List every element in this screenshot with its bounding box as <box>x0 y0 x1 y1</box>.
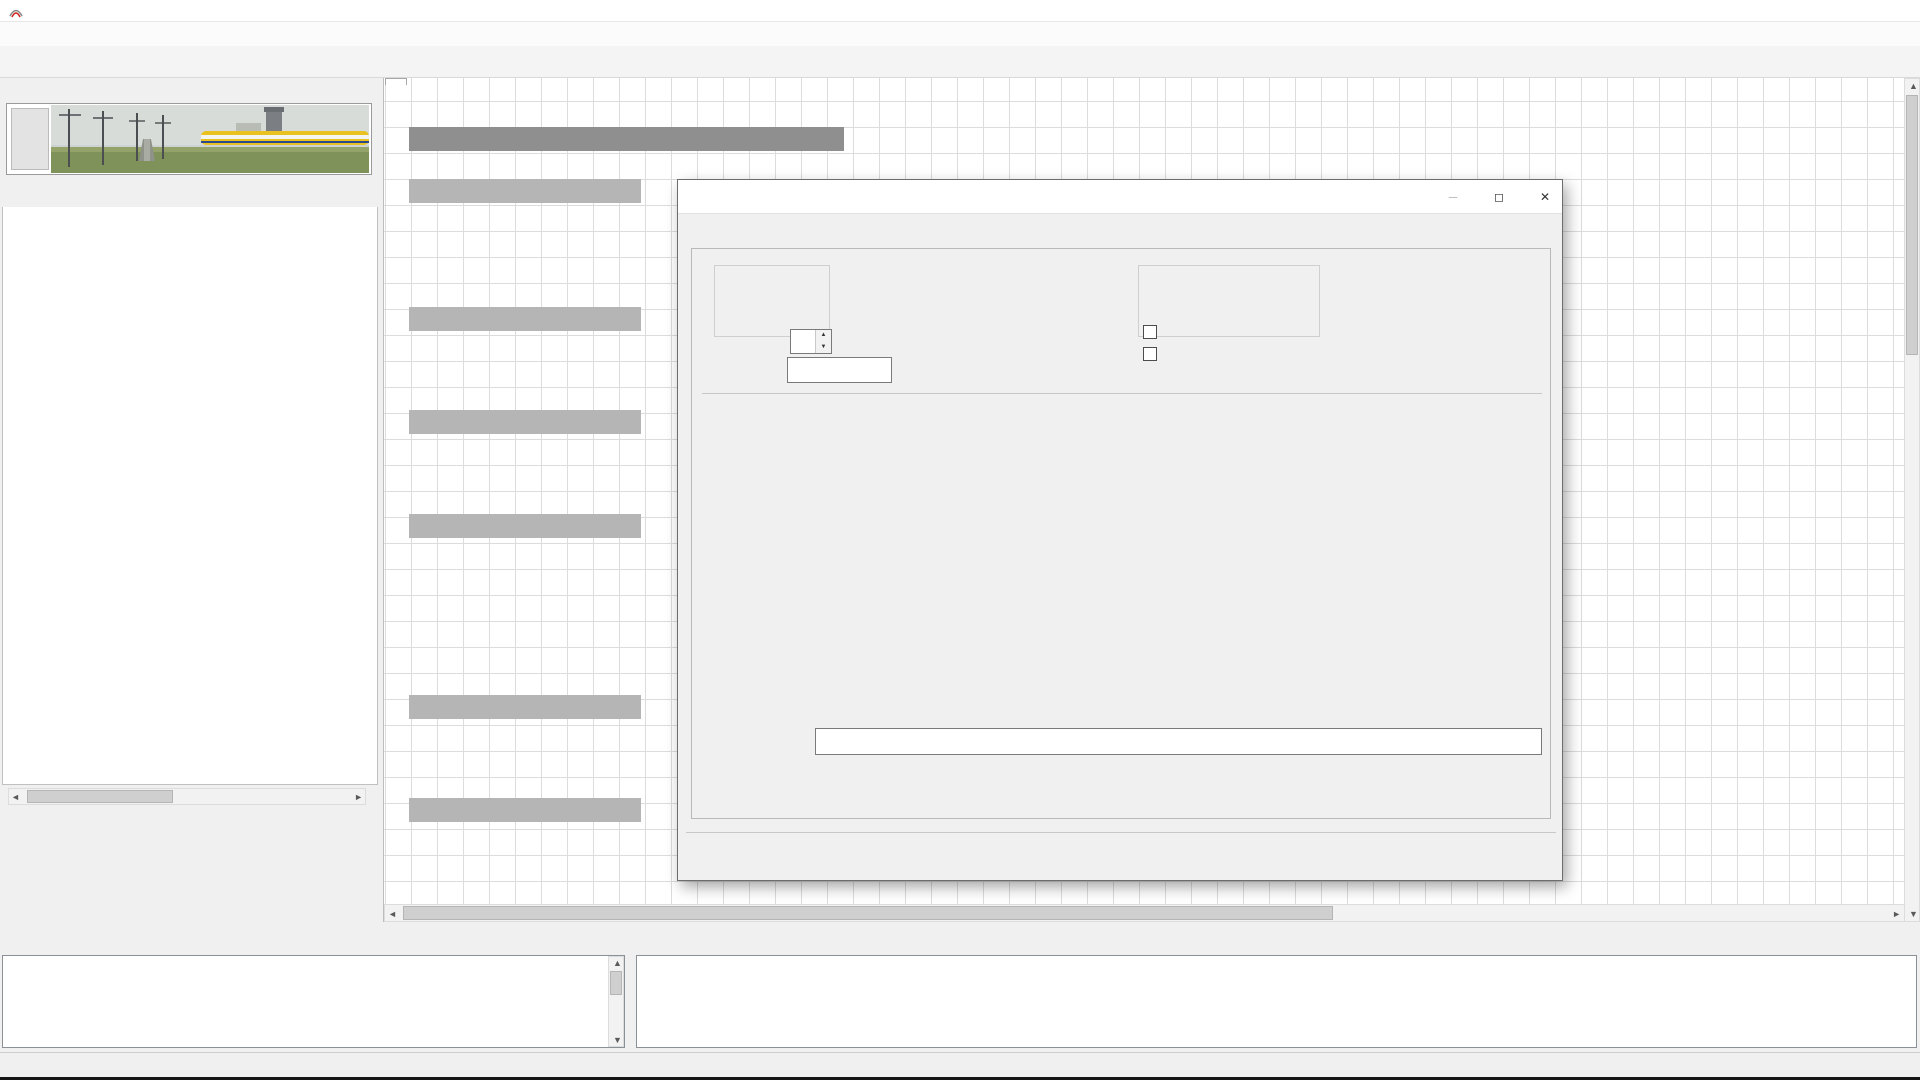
loco-table-body[interactable] <box>2 207 378 785</box>
close-button[interactable] <box>1874 0 1918 22</box>
scroll-thumb[interactable] <box>27 790 173 803</box>
sein-properties-dialog: ─ ◻ ✕ ▲▼ <box>677 179 1563 881</box>
scroll-left-icon[interactable]: ◄ <box>388 909 397 919</box>
separator <box>702 393 1542 394</box>
scroll-up-icon[interactable]: ▲ <box>613 958 622 968</box>
tab-level-0[interactable] <box>385 78 407 85</box>
centrale-log[interactable] <box>636 955 1917 1048</box>
loco-list-hscrollbar[interactable]: ◄ ► <box>8 788 366 805</box>
dialog-maximize-button[interactable]: ◻ <box>1483 186 1515 208</box>
loco-image-placeholder <box>11 108 49 170</box>
plan-label-wissels <box>409 179 641 203</box>
scroll-thumb[interactable] <box>610 971 622 995</box>
prefix-input[interactable] <box>787 357 892 383</box>
dwerg-sein-checkbox[interactable] <box>1143 325 1162 340</box>
app-icon <box>8 3 24 19</box>
seinbeeld-namen-input[interactable] <box>815 728 1542 755</box>
canvas-hscrollbar[interactable]: ◄ ► <box>384 904 1904 922</box>
plan-label-switches <box>409 514 641 538</box>
menu-bar <box>0 22 1920 46</box>
scroll-up-icon[interactable]: ▲ <box>1909 81 1918 91</box>
gebruik-prefix-checkbox[interactable] <box>1143 347 1162 362</box>
title-bar[interactable] <box>0 0 1920 22</box>
checkbox-icon[interactable] <box>1143 325 1157 339</box>
seinbeelden-value <box>791 330 815 353</box>
plan-label-ontkoppelaars <box>409 410 641 434</box>
status-bar <box>0 1052 1920 1077</box>
sein-type-groupbox <box>714 265 830 337</box>
server-log-vscrollbar[interactable]: ▲ ▼ <box>608 956 624 1047</box>
checkbox-icon[interactable] <box>1143 347 1157 361</box>
scroll-left-icon[interactable]: ◄ <box>11 792 20 802</box>
spinner-arrows-icon[interactable]: ▲▼ <box>815 330 831 353</box>
loco-photo-panel <box>6 103 372 175</box>
plan-label-seinen <box>409 307 641 331</box>
dialog-details-panel: ▲▼ <box>691 248 1551 819</box>
scroll-thumb[interactable] <box>1906 95 1918 355</box>
dialog-title-bar[interactable]: ─ ◻ ✕ <box>678 180 1562 214</box>
server-log[interactable]: ▲ ▼ <box>2 955 625 1048</box>
plan-label-sein-22-24 <box>409 695 641 719</box>
seinbeelden-spinner[interactable]: ▲▼ <box>790 329 832 354</box>
scroll-down-icon[interactable]: ▼ <box>1909 909 1918 919</box>
plan-label-testomgeving <box>409 127 844 151</box>
scroll-right-icon[interactable]: ► <box>354 792 363 802</box>
plan-label-sein-17-19 <box>409 798 641 822</box>
separator <box>686 832 1556 833</box>
canvas-vscrollbar[interactable]: ▲ ▼ <box>1904 78 1920 922</box>
dialog-close-button[interactable]: ✕ <box>1529 186 1561 208</box>
maximize-button[interactable] <box>1830 0 1874 22</box>
minimize-button[interactable] <box>1786 0 1830 22</box>
scroll-right-icon[interactable]: ► <box>1892 909 1901 919</box>
dialog-minimize-button: ─ <box>1437 186 1469 208</box>
soort-groupbox <box>1138 265 1320 337</box>
loco-photo <box>51 105 369 173</box>
toolbar <box>0 46 1920 78</box>
scroll-thumb[interactable] <box>403 906 1333 920</box>
scroll-down-icon[interactable]: ▼ <box>613 1035 622 1045</box>
